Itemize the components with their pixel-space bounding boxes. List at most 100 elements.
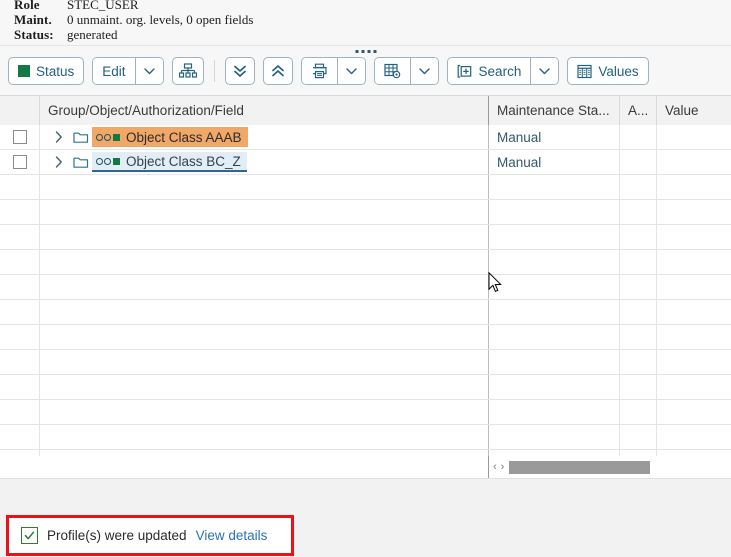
empty-cell [657,300,731,324]
empty-cell [489,375,620,399]
table-row-empty[interactable] [0,250,731,275]
values-button-label: Values [598,63,639,79]
empty-cell [620,200,657,224]
double-chevron-up-icon [271,65,284,77]
expand-all-button[interactable] [224,57,255,85]
table-row-empty[interactable] [0,300,731,325]
chevron-right-icon[interactable] [48,156,70,168]
table-row[interactable]: Object Class AAAB Manual [0,125,731,150]
table-row-empty[interactable] [0,175,731,200]
printer-icon [312,63,327,79]
double-chevron-down-icon [233,65,246,77]
header-label-maint: Maint. [14,12,52,27]
empty-cell [40,400,489,424]
column-header-a[interactable]: A... [620,96,657,125]
header-label-status: Status: [14,27,54,42]
tree-node-label[interactable]: Object Class AAAB [92,127,248,147]
column-header-value[interactable]: Value [657,96,731,125]
chevron-down-icon [143,67,155,74]
folder-icon [70,130,92,144]
table-row-empty[interactable] [0,425,731,450]
scroll-left-arrow-icon[interactable]: ‹ [493,461,497,473]
table-row-empty[interactable] [0,225,731,250]
horizontal-scrollbar-track[interactable] [509,460,731,474]
layout-settings-button[interactable] [374,58,410,84]
folder-icon [70,155,92,169]
column-header-value-label: Value [665,102,699,118]
column-header-maintenance-status[interactable]: Maintenance Sta... [489,96,620,125]
values-button[interactable]: Values [567,57,649,85]
collapse-all-button[interactable] [262,57,293,85]
row-select-cell [0,325,40,349]
row-select-cell [0,200,40,224]
edit-split-button[interactable]: Edit [92,57,164,85]
row-select-cell [0,225,40,249]
value-cell [657,150,731,174]
empty-cell [489,225,620,249]
print-split-button[interactable] [300,57,366,85]
view-details-link[interactable]: View details [196,528,268,543]
maintenance-status-cell: Manual [489,150,620,174]
table-row-empty[interactable] [0,200,731,225]
row-select-cell [0,425,40,449]
edit-button[interactable]: Edit [93,58,135,84]
table-row-empty[interactable] [0,275,731,300]
table-row-empty[interactable] [0,350,731,375]
tree-node-text: Object Class AAAB [126,129,242,145]
status-button[interactable]: Status [8,57,85,85]
row-select-cell [0,275,40,299]
print-button[interactable] [301,58,337,84]
empty-cell [657,250,731,274]
drag-handle-icon[interactable] [355,50,376,53]
toolbar-container: Status Edit Search Values [0,45,731,95]
empty-cell [620,225,657,249]
search-split-button[interactable]: Search [446,57,560,85]
scroll-right-arrow-icon[interactable]: › [501,461,505,473]
row-checkbox[interactable] [12,130,27,144]
hierarchy-icon [178,63,197,78]
search-dropdown-button[interactable] [530,58,559,84]
chevron-down-icon [539,67,551,74]
chevron-down-icon [418,67,430,74]
edit-dropdown-button[interactable] [134,58,163,84]
row-select-cell [0,250,40,274]
empty-cell [489,200,620,224]
table-row-empty[interactable] [0,375,731,400]
tree-node-text: Object Class BC_Z [126,153,241,169]
horizontal-scrollbar-thumb[interactable] [509,460,651,474]
search-button-label: Search [478,63,522,79]
row-checkbox[interactable] [12,155,27,169]
row-select-cell [0,175,40,199]
status-green-square-icon [18,65,30,77]
empty-cell [40,275,489,299]
empty-cell [489,275,620,299]
table-row-empty[interactable] [0,325,731,350]
table-row-empty[interactable] [0,400,731,425]
empty-cell [489,425,620,449]
tree-node-label[interactable]: Object Class BC_Z [92,152,247,172]
layout-split-button[interactable] [373,57,439,85]
status-message-bar: Profile(s) were updated View details [6,515,294,556]
empty-cell [657,425,731,449]
tree-node-cell[interactable]: Object Class BC_Z [40,150,489,174]
column-header-group-object[interactable]: Group/Object/Authorization/Field [40,96,489,125]
edit-button-label: Edit [102,63,126,79]
empty-cell [657,200,731,224]
hierarchy-button[interactable] [171,57,204,85]
search-button[interactable]: Search [447,58,531,84]
row-select-cell[interactable] [0,150,40,174]
row-select-cell[interactable] [0,125,40,149]
empty-cell [40,300,489,324]
chevron-right-icon[interactable] [48,131,70,143]
status-button-label: Status [36,63,75,79]
tree-node-cell[interactable]: Object Class AAAB [40,125,489,149]
empty-cell [40,375,489,399]
empty-cell [657,400,731,424]
toolbar-separator [213,60,215,82]
layout-dropdown-button[interactable] [409,58,438,84]
row-select-cell [0,300,40,324]
empty-cell [489,325,620,349]
print-dropdown-button[interactable] [336,58,365,84]
table-row[interactable]: Object Class BC_Z Manual [0,150,731,175]
empty-cell [620,350,657,374]
